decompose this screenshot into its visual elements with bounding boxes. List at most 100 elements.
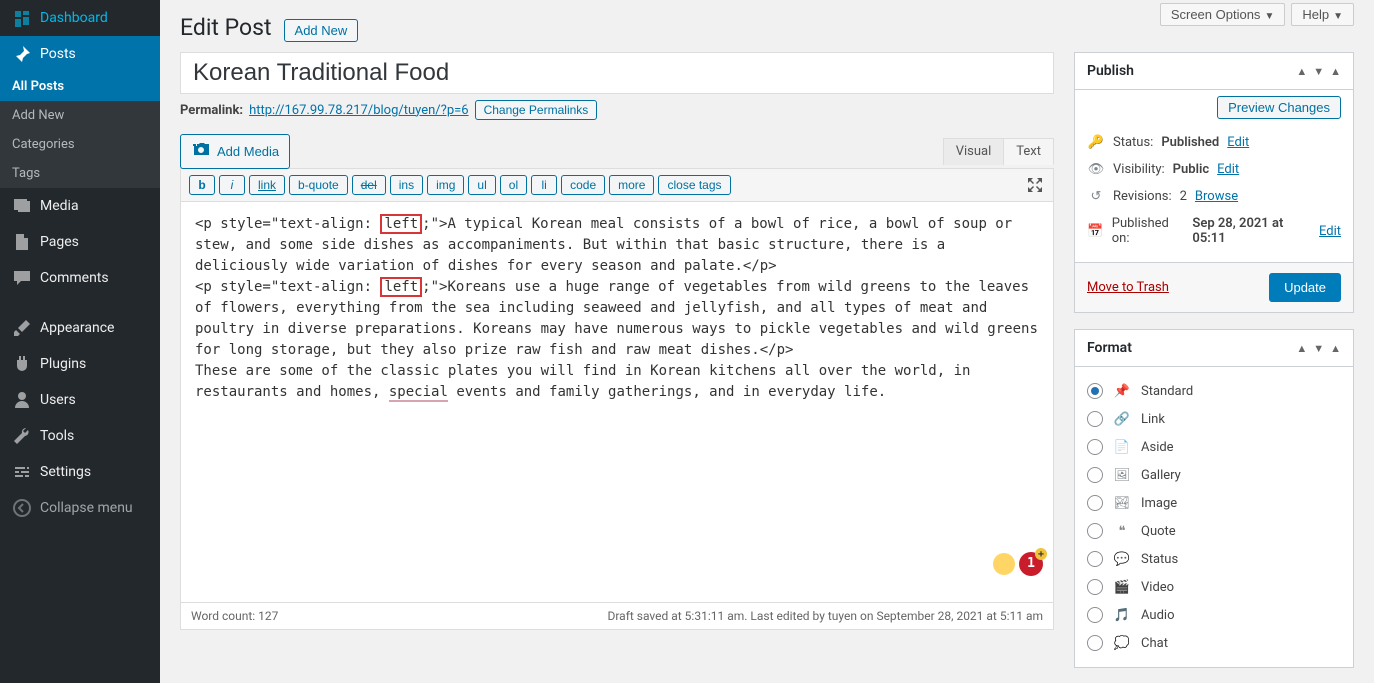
format-link-icon: 🔗 bbox=[1113, 412, 1131, 427]
format-option-quote[interactable]: ❝Quote bbox=[1087, 517, 1341, 545]
sidebar-label: Media bbox=[40, 198, 79, 214]
sidebar-collapse[interactable]: Collapse menu bbox=[0, 490, 160, 526]
publish-title: Publish bbox=[1087, 63, 1134, 79]
camera-icon bbox=[191, 140, 211, 163]
qt-ol[interactable]: ol bbox=[500, 175, 527, 195]
format-quote-icon: ❝ bbox=[1113, 524, 1131, 539]
radio-icon bbox=[1087, 579, 1103, 595]
sub-tags[interactable]: Tags bbox=[0, 159, 160, 188]
browse-revisions-link[interactable]: Browse bbox=[1195, 189, 1238, 204]
comment-icon bbox=[12, 268, 32, 288]
qt-del[interactable]: del bbox=[352, 175, 386, 195]
sidebar-item-media[interactable]: Media bbox=[0, 188, 160, 224]
format-chat-icon: 💭 bbox=[1113, 636, 1131, 651]
sub-all-posts[interactable]: All Posts bbox=[0, 72, 160, 101]
qt-link[interactable]: link bbox=[249, 175, 285, 195]
format-option-audio[interactable]: 🎵 Audio bbox=[1087, 601, 1341, 629]
move-up-icon[interactable]: ▲ bbox=[1296, 65, 1307, 78]
last-edited: Draft saved at 5:31:11 am. Last edited b… bbox=[607, 609, 1043, 623]
format-label: Standard bbox=[1141, 384, 1193, 399]
highlight-left-1: left bbox=[380, 214, 422, 234]
qt-ul[interactable]: ul bbox=[468, 175, 495, 195]
edit-status-link[interactable]: Edit bbox=[1227, 135, 1249, 150]
edit-date-link[interactable]: Edit bbox=[1319, 224, 1341, 239]
media-icon bbox=[12, 196, 32, 216]
qt-img[interactable]: img bbox=[427, 175, 464, 195]
pin-icon bbox=[12, 44, 32, 64]
sidebar-item-settings[interactable]: Settings bbox=[0, 454, 160, 490]
update-button[interactable]: Update bbox=[1269, 273, 1341, 302]
sidebar-item-tools[interactable]: Tools bbox=[0, 418, 160, 454]
sub-add-new[interactable]: Add New bbox=[0, 101, 160, 130]
move-down-icon[interactable]: ▼ bbox=[1313, 342, 1324, 355]
spellcheck-word: special bbox=[389, 384, 448, 402]
add-media-button[interactable]: Add Media bbox=[180, 134, 290, 169]
notification-badge[interactable]: 1 bbox=[1019, 552, 1043, 576]
format-metabox: Format ▲ ▼ ▲ 📌Standard🔗Link📄Aside🖼Galler… bbox=[1074, 329, 1354, 668]
sidebar-submenu: All Posts Add New Categories Tags bbox=[0, 72, 160, 188]
sidebar-item-pages[interactable]: Pages bbox=[0, 224, 160, 260]
qt-italic[interactable]: i bbox=[219, 175, 245, 195]
help-button[interactable]: Help▼ bbox=[1291, 3, 1354, 26]
calendar-icon: 📅 bbox=[1087, 224, 1104, 239]
toggle-icon[interactable]: ▲ bbox=[1330, 342, 1341, 355]
format-label: Chat bbox=[1141, 636, 1168, 651]
sidebar-item-posts[interactable]: Posts bbox=[0, 36, 160, 72]
radio-icon bbox=[1087, 495, 1103, 511]
wrench-icon bbox=[12, 426, 32, 446]
format-option-image[interactable]: 🏞 Image bbox=[1087, 489, 1341, 517]
move-down-icon[interactable]: ▼ bbox=[1313, 65, 1324, 78]
format-video-icon: 🎬 bbox=[1113, 580, 1131, 595]
format-label: Image bbox=[1141, 496, 1177, 511]
qt-bquote[interactable]: b-quote bbox=[289, 175, 348, 195]
screen-options-button[interactable]: Screen Options▼ bbox=[1160, 3, 1286, 26]
tab-visual[interactable]: Visual bbox=[943, 138, 1005, 165]
qt-bold[interactable]: b bbox=[189, 175, 215, 195]
format-standard-icon: 📌 bbox=[1113, 384, 1131, 399]
format-audio-icon: 🎵 bbox=[1113, 608, 1131, 623]
sidebar-item-comments[interactable]: Comments bbox=[0, 260, 160, 296]
dashboard-icon bbox=[12, 8, 32, 28]
change-permalinks-button[interactable]: Change Permalinks bbox=[475, 100, 598, 120]
format-gallery-icon: 🖼 bbox=[1113, 468, 1131, 483]
format-option-chat[interactable]: 💭 Chat bbox=[1087, 629, 1341, 657]
format-option-video[interactable]: 🎬Video bbox=[1087, 573, 1341, 601]
fullscreen-icon[interactable] bbox=[1025, 175, 1045, 195]
sidebar-label: Comments bbox=[40, 270, 109, 286]
format-label: Status bbox=[1141, 552, 1178, 567]
qt-code[interactable]: code bbox=[561, 175, 605, 195]
sub-categories[interactable]: Categories bbox=[0, 130, 160, 159]
radio-icon bbox=[1087, 551, 1103, 567]
user-icon bbox=[12, 390, 32, 410]
chevron-down-icon: ▼ bbox=[1333, 11, 1343, 22]
content-textarea[interactable]: <p style="text-align: left;">A typical K… bbox=[181, 202, 1053, 602]
tab-text[interactable]: Text bbox=[1004, 138, 1054, 165]
format-option-gallery[interactable]: 🖼 Gallery bbox=[1087, 461, 1341, 489]
format-label: Gallery bbox=[1141, 468, 1181, 483]
lightbulb-icon[interactable] bbox=[993, 553, 1015, 575]
format-option-aside[interactable]: 📄Aside bbox=[1087, 433, 1341, 461]
move-to-trash-link[interactable]: Move to Trash bbox=[1087, 280, 1169, 295]
format-option-status[interactable]: 💬Status bbox=[1087, 545, 1341, 573]
qt-ins[interactable]: ins bbox=[390, 175, 423, 195]
format-image-icon: 🏞 bbox=[1113, 496, 1131, 511]
permalink-url[interactable]: http://167.99.78.217/blog/tuyen/?p=6 bbox=[249, 103, 468, 118]
qt-li[interactable]: li bbox=[531, 175, 557, 195]
sidebar-item-dashboard[interactable]: Dashboard bbox=[0, 0, 160, 36]
move-up-icon[interactable]: ▲ bbox=[1296, 342, 1307, 355]
post-title-input[interactable] bbox=[180, 52, 1054, 94]
qt-close[interactable]: close tags bbox=[658, 175, 730, 195]
format-option-link[interactable]: 🔗Link bbox=[1087, 405, 1341, 433]
sidebar-label: Tools bbox=[40, 428, 74, 444]
sidebar-item-users[interactable]: Users bbox=[0, 382, 160, 418]
preview-changes-button[interactable]: Preview Changes bbox=[1217, 96, 1341, 119]
qt-more[interactable]: more bbox=[609, 175, 654, 195]
sidebar-item-plugins[interactable]: Plugins bbox=[0, 346, 160, 382]
add-new-button[interactable]: Add New bbox=[284, 19, 359, 42]
format-option-standard[interactable]: 📌 Standard bbox=[1087, 377, 1341, 405]
edit-visibility-link[interactable]: Edit bbox=[1217, 162, 1239, 177]
radio-icon bbox=[1087, 607, 1103, 623]
sidebar-item-appearance[interactable]: Appearance bbox=[0, 310, 160, 346]
toggle-icon[interactable]: ▲ bbox=[1330, 65, 1341, 78]
format-label: Audio bbox=[1141, 608, 1174, 623]
